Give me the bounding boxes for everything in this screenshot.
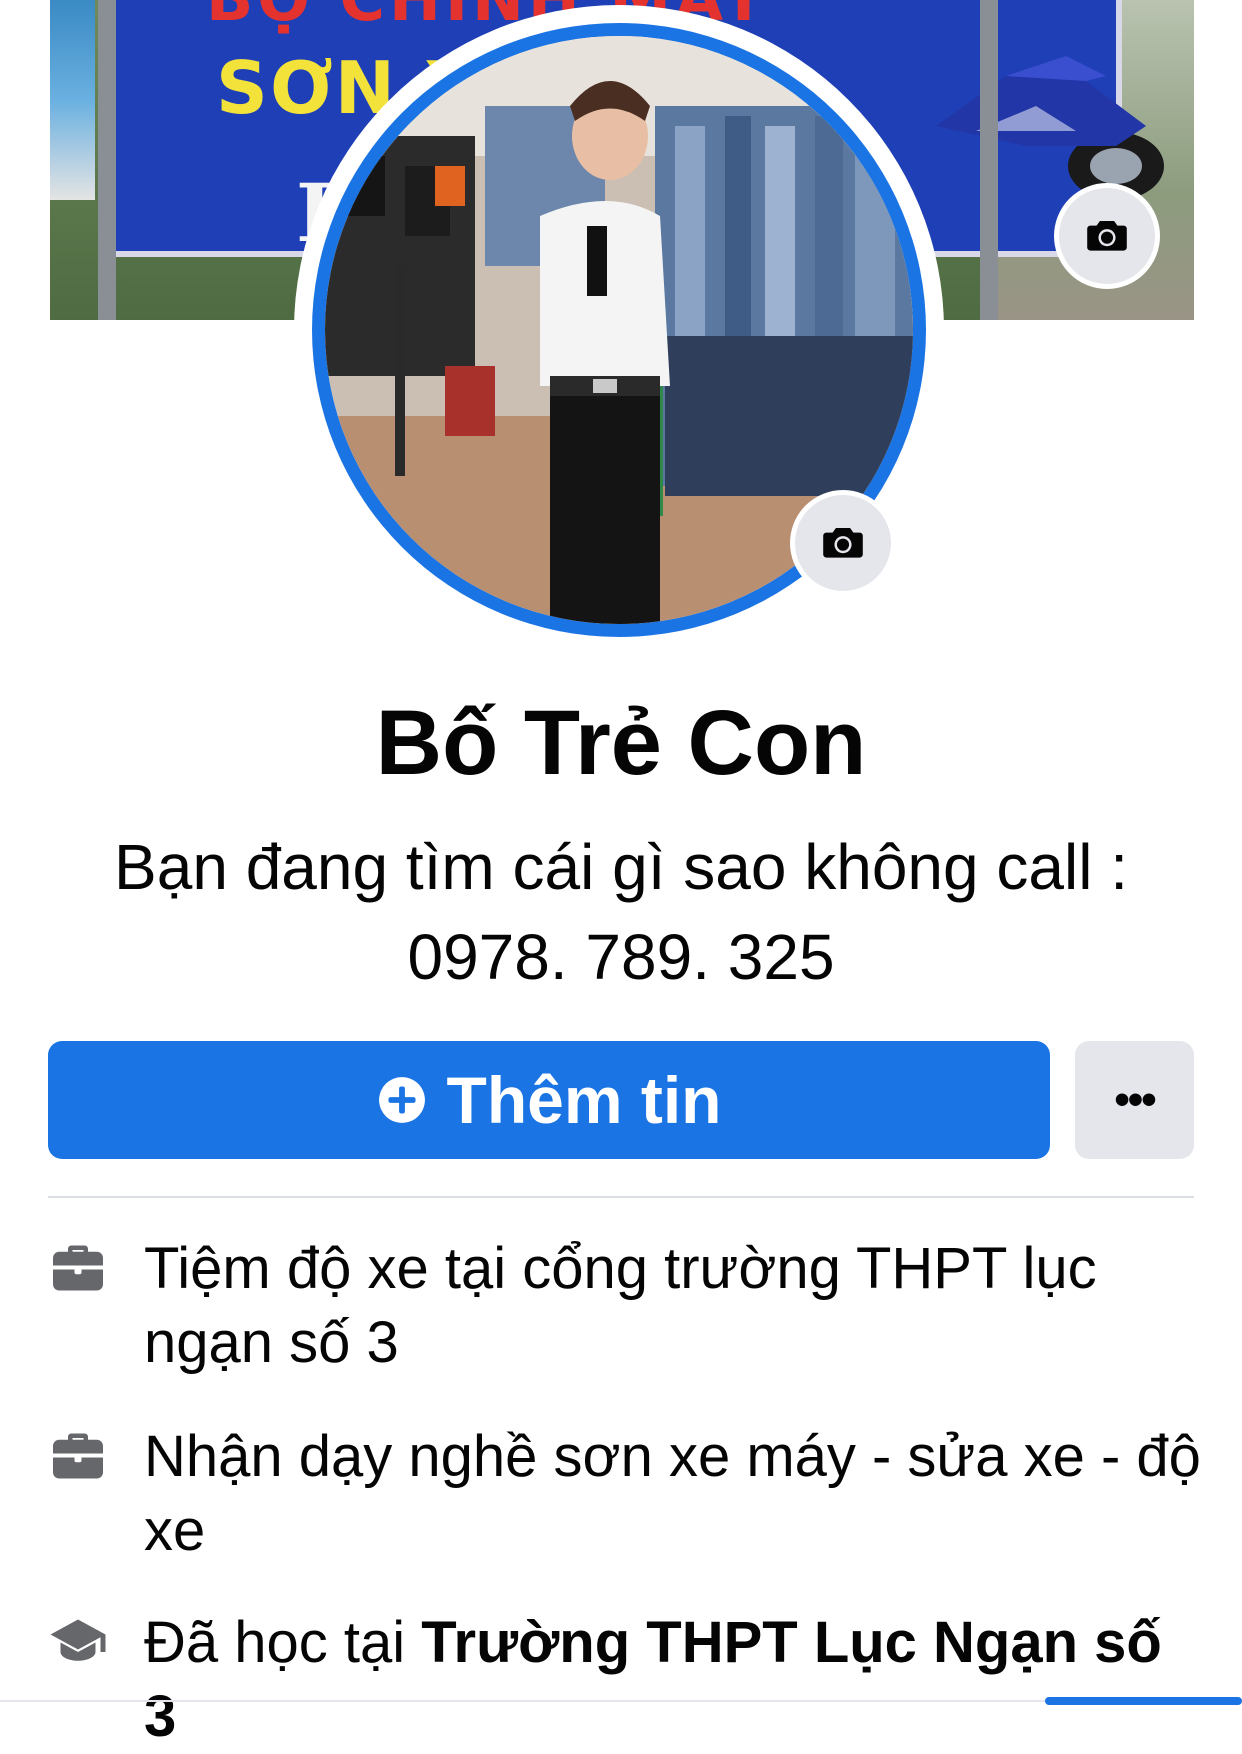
- add-to-story-label: Thêm tin: [446, 1063, 722, 1137]
- camera-icon: [823, 528, 863, 558]
- bio-phone-number[interactable]: 0978. 789. 325: [80, 912, 1162, 1002]
- sign-post: [98, 0, 116, 320]
- bio-line: Bạn đang tìm cái gì sao không call :: [114, 831, 1128, 903]
- divider: [48, 1196, 1194, 1198]
- edit-profile-photo-button[interactable]: [790, 490, 896, 596]
- plus-circle-icon: [378, 1077, 425, 1123]
- briefcase-icon: [53, 1433, 103, 1479]
- intro-text: Tiệm độ xe tại cổng trường THPT lục ngạn…: [144, 1236, 1097, 1375]
- briefcase-icon: [53, 1245, 103, 1291]
- motorbike-graphic: [936, 56, 1164, 200]
- sign-post: [980, 0, 998, 320]
- edit-cover-photo-button[interactable]: [1054, 183, 1160, 289]
- camera-icon: [1087, 221, 1127, 251]
- profile-bio: Bạn đang tìm cái gì sao không call : 097…: [80, 822, 1162, 1002]
- intro-text: Đã học tại Trường THPT Lục Ngạn số 3: [144, 1606, 1204, 1754]
- cover-side-sign: [50, 0, 95, 200]
- profile-name: Bố Trẻ Con: [375, 692, 867, 794]
- add-to-story-button[interactable]: Thêm tin: [48, 1041, 1050, 1159]
- more-icon: •••: [1114, 1075, 1156, 1124]
- more-options-button[interactable]: •••: [1075, 1041, 1194, 1159]
- graduation-cap-icon: [50, 1619, 106, 1661]
- intro-text: Nhận dạy nghề sơn xe máy - sửa xe - độ x…: [144, 1424, 1201, 1563]
- scroll-indicator: [1045, 1697, 1242, 1705]
- intro-prefix: Đã học tại: [144, 1610, 422, 1675]
